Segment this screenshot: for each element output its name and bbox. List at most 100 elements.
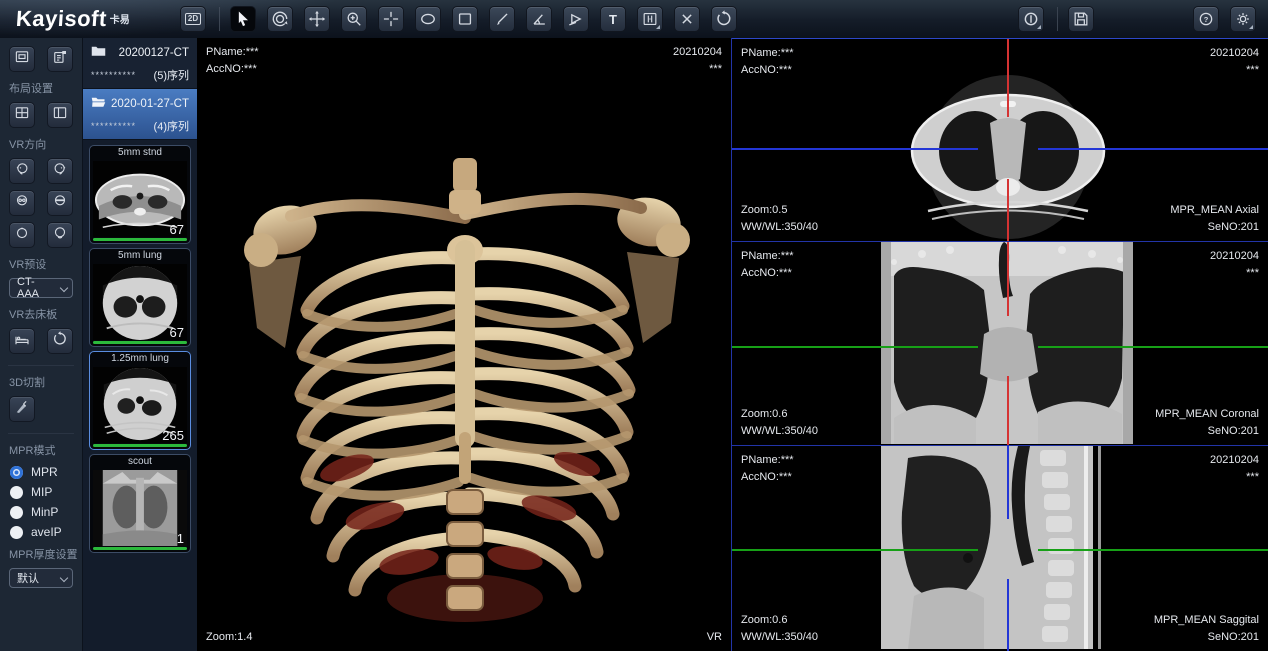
coronal-crosshair-v-red[interactable] [1007,376,1009,445]
masked-value: *** [1210,469,1259,486]
vr-head-top-button[interactable] [9,222,35,248]
study-date: 20210204 [1210,248,1259,265]
sagittal-crosshair-h-green[interactable] [1038,549,1268,551]
thumbnail-5mm-stnd[interactable]: 5mm stnd [89,145,191,244]
window-level: WW/WL:350/40 [741,423,818,440]
view-type: VR [707,629,722,646]
layout-left-column-button[interactable] [47,102,73,128]
ruler-panel-tool-button[interactable] [637,6,663,32]
tool-2d-button[interactable]: 2D [180,6,206,32]
app-logo: Kayisoft 卡易 [0,6,180,32]
reset-view-button[interactable] [711,6,737,32]
angle-icon [529,9,549,29]
study-title: 20200127-CT [119,47,189,59]
rect-roi-tool-button[interactable] [452,6,478,32]
remove-bed-button[interactable] [9,328,35,354]
vr-head-right-button[interactable] [47,158,73,184]
vr-ribcage-render [197,38,731,651]
crosshair-icon [381,9,401,29]
thumbnail-progress-bar [93,238,187,241]
series-panel: 20200127-CT ********** (5)序列 2020-01-27-… [83,38,197,651]
crosshair-tool-button[interactable] [378,6,404,32]
ellipse-roi-icon [418,9,438,29]
power-preset-button[interactable] [1018,6,1044,32]
mpr-mode-option-minp[interactable]: MinP [0,502,82,522]
masked-value: *** [673,61,722,78]
thumbnail-5mm-lung[interactable]: 5mm lung 67 [89,248,191,347]
zoom-tool-button[interactable] [341,6,367,32]
help-button[interactable]: ? [1193,6,1219,32]
thumbnail-label: 5mm stnd [90,146,190,158]
coronal-crosshair-h-green[interactable] [1038,346,1268,348]
axial-crosshair-h-blue[interactable] [732,148,978,150]
study-item-2020-01-27[interactable]: 2020-01-27-CT ********** (4)序列 [83,89,197,140]
rotate-3d-tool-button[interactable] [267,6,293,32]
axial-crosshair-h-blue[interactable] [1038,148,1268,150]
layout-preset-2-button[interactable] [47,46,73,72]
window-level: WW/WL:350/40 [741,629,818,646]
coronal-crosshair-h-green[interactable] [732,346,978,348]
coronal-crosshair-v-red[interactable] [1007,242,1009,316]
angle-tool-button[interactable] [526,6,552,32]
axial-crosshair-v-red[interactable] [1007,179,1009,241]
vr-head-back-button[interactable] [47,190,73,216]
layout-grid-2x2-button[interactable] [9,102,35,128]
study-date-overlay: 20210204 *** [1210,452,1259,485]
thumbnail-label: 1.25mm lung [90,352,190,364]
vr-head-bottom-button[interactable] [47,222,73,248]
mpr-mode-option-aveip[interactable]: aveIP [0,522,82,542]
vr-head-front-button[interactable] [9,190,35,216]
text-tool-button[interactable]: T [600,6,626,32]
layout-report-icon [51,48,69,71]
accession-number: AccNO:*** [741,469,794,486]
save-button[interactable] [1068,6,1094,32]
vr-viewport[interactable]: PName:*** AccNO:*** 20210204 *** Zoom:1.… [197,38,731,651]
vr-remove-bed-label: VR去床板 [0,302,82,326]
cursor-tool-button[interactable] [230,6,256,32]
pan-tool-button[interactable] [304,6,330,32]
study-patient-masked: ********** [91,70,136,80]
sagittal-crosshair-h-green[interactable] [732,549,978,551]
mpr-thickness-label: MPR厚度设置 [0,542,82,566]
scalpel-cut-button[interactable] [9,396,35,422]
pencil-tool-button[interactable] [489,6,515,32]
layout-preset-1-button[interactable] [9,46,35,72]
restore-bed-button[interactable] [47,328,73,354]
vr-preset-value: CT-AAA [17,276,56,300]
study-item-20200127[interactable]: 20200127-CT ********** (5)序列 [83,38,197,89]
zoom-wwwl-overlay: Zoom:0.6 WW/WL:350/40 [741,612,818,645]
coronal-viewport[interactable]: PName:*** AccNO:*** 20210204 *** Zoom:0.… [732,242,1268,446]
study-date: 20210204 [1210,452,1259,469]
vr-head-left-button[interactable] [9,158,35,184]
thumbnail-image-count: 265 [162,428,184,443]
patient-overlay: PName:*** AccNO:*** [741,45,794,78]
cobb-angle-tool-button[interactable] [563,6,589,32]
delete-annotation-button[interactable] [674,6,700,32]
grid-left-column-icon [51,104,69,127]
head-front-icon [13,192,31,215]
patient-overlay: PName:*** AccNO:*** [206,44,259,77]
sagittal-crosshair-v-blue[interactable] [1007,579,1009,651]
mpr-mode-option-mip[interactable]: MIP [0,482,82,502]
ct-viewer-app: Kayisoft 卡易 2D [0,0,1268,651]
settings-button[interactable] [1230,6,1256,32]
patient-name: PName:*** [206,44,259,61]
toolbar-divider [219,7,220,31]
save-icon [1071,9,1091,29]
mpr-mode-option-mpr[interactable]: MPR [0,462,82,482]
axial-viewport[interactable]: PName:*** AccNO:*** 20210204 *** Zoom:0.… [732,38,1268,242]
thumbnail-progress-bar [93,547,187,550]
axial-crosshair-v-red[interactable] [1007,39,1009,117]
radio-icon [10,506,23,519]
ellipse-roi-tool-button[interactable] [415,6,441,32]
thumbnail-scout[interactable]: scout 1 [89,454,191,553]
thumbnail-1-25mm-lung[interactable]: 1.25mm lung 265 [89,351,191,450]
sagittal-viewport[interactable]: PName:*** AccNO:*** 20210204 *** Zoom:0.… [732,446,1268,651]
mpr-option-label: MPR [31,465,58,479]
vr-preset-select[interactable]: CT-AAA [9,278,73,298]
study-date-overlay: 20210204 *** [1210,45,1259,78]
mpr-thickness-select[interactable]: 默认 [9,568,73,588]
sagittal-crosshair-v-blue[interactable] [1007,446,1009,519]
zoom-value: Zoom:0.5 [741,202,818,219]
patient-name: PName:*** [741,45,794,62]
